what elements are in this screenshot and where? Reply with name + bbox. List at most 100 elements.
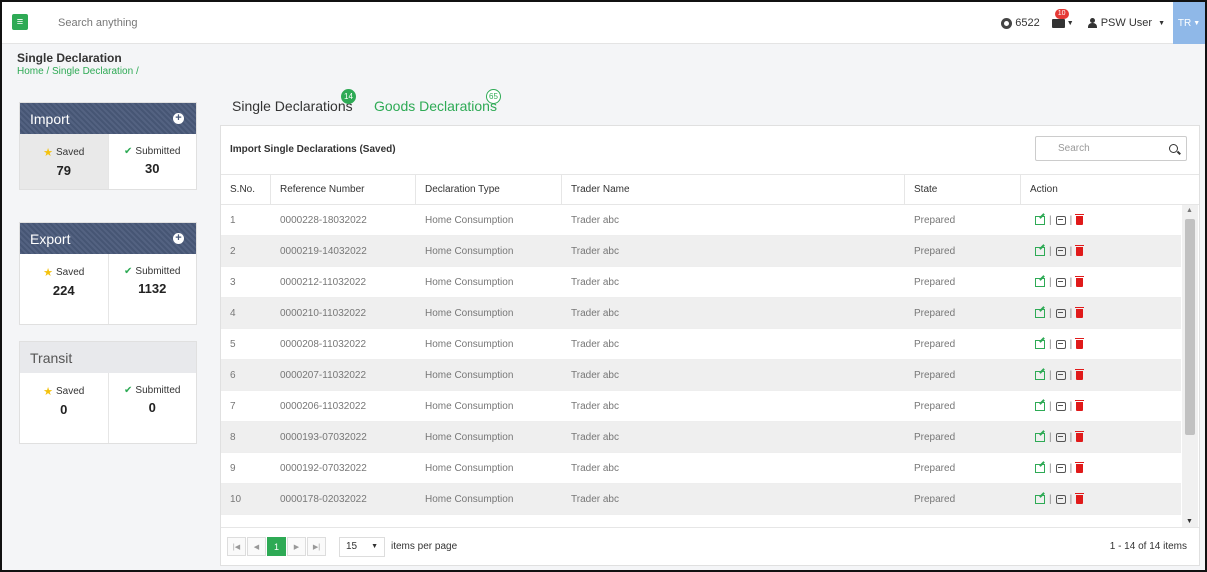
table-row[interactable]: 7 0000206-11032022 Home Consumption Trader … — [221, 391, 1181, 422]
print-icon[interactable] — [1055, 432, 1066, 442]
delete-icon[interactable] — [1075, 244, 1085, 256]
delete-icon[interactable] — [1075, 337, 1085, 349]
top-bar: ≡ Search anything 6522 10 ▼ PSW User ▼ T… — [2, 2, 1205, 44]
col-header-sno[interactable]: S.No. — [221, 175, 271, 204]
prev-page-button[interactable]: ◀ — [247, 537, 266, 556]
scroll-down-icon[interactable]: ▼ — [1186, 518, 1193, 525]
export-submitted-stat[interactable]: ✔ Submitted 1132 — [109, 254, 197, 324]
col-header-state[interactable]: State — [905, 175, 1021, 204]
edit-icon[interactable] — [1035, 308, 1045, 318]
print-icon[interactable] — [1055, 215, 1066, 225]
table-row[interactable]: 2 0000219-14032022 Home Consumption Trader … — [221, 236, 1181, 267]
action-separator: | — [1069, 276, 1073, 288]
scroll-thumb[interactable] — [1185, 219, 1195, 435]
edit-icon[interactable] — [1035, 494, 1045, 504]
edit-icon[interactable] — [1035, 463, 1045, 473]
delete-icon[interactable] — [1075, 368, 1085, 380]
col-header-trader-name[interactable]: Trader Name — [562, 175, 905, 204]
user-menu[interactable]: PSW User ▼ — [1087, 17, 1165, 29]
breadcrumb-text[interactable]: Home / Single Declaration / — [17, 66, 139, 77]
col-header-reference[interactable]: Reference Number — [271, 175, 416, 204]
print-icon[interactable] — [1055, 246, 1066, 256]
credits-display[interactable]: 6522 — [1001, 17, 1040, 29]
cell-actions: | | — [1021, 422, 1181, 452]
action-separator: | — [1069, 493, 1073, 505]
cell-sno: 10 — [230, 493, 242, 505]
cell-actions: | | — [1021, 205, 1181, 235]
action-separator: | — [1049, 462, 1052, 474]
page-button-current[interactable]: 1 — [267, 537, 286, 556]
print-icon[interactable] — [1055, 277, 1066, 287]
table-row[interactable]: 8 0000193-07032022 Home Consumption Trader … — [221, 422, 1181, 453]
breadcrumb[interactable]: Home / Single Declaration / — [17, 66, 139, 77]
search-icon[interactable] — [1169, 144, 1178, 153]
edit-icon[interactable] — [1035, 401, 1045, 411]
action-separator: | — [1069, 400, 1073, 412]
cell-trader-name: Trader abc — [571, 400, 619, 412]
menu-icon[interactable]: ≡ — [12, 14, 28, 30]
global-search-input[interactable]: Search anything — [58, 17, 138, 29]
add-import-icon[interactable]: + — [173, 113, 184, 124]
print-icon[interactable] — [1055, 401, 1066, 411]
table-row[interactable]: 6 0000207-11032022 Home Consumption Trader … — [221, 360, 1181, 391]
delete-icon[interactable] — [1075, 399, 1085, 411]
last-page-button[interactable]: ▶| — [307, 537, 326, 556]
cell-actions: | | — [1021, 329, 1181, 359]
action-separator: | — [1049, 214, 1052, 226]
cell-trader-name: Trader abc — [571, 431, 619, 443]
cell-state: Prepared — [914, 462, 956, 474]
submitted-label: Submitted — [135, 266, 181, 277]
cell-state: Prepared — [914, 493, 956, 505]
first-page-button[interactable]: |◀ — [227, 537, 246, 556]
cell-trader-name: Trader abc — [571, 245, 619, 257]
table-row[interactable]: 3 0000212-11032022 Home Consumption Trader … — [221, 267, 1181, 298]
import-saved-stat[interactable]: ★ Saved 79 — [20, 134, 109, 189]
tab-goods-declarations[interactable]: Goods Declarations — [374, 98, 497, 114]
language-selector[interactable]: TR ▼ — [1173, 2, 1205, 44]
export-saved-stat[interactable]: ★ Saved 224 — [20, 254, 109, 324]
transit-saved-stat[interactable]: ★ Saved 0 — [20, 373, 109, 443]
table-scrollbar[interactable]: ▲ ▼ — [1182, 205, 1198, 527]
export-card: Export + ★ Saved 224 ✔ Submitted 1132 — [19, 222, 197, 325]
mail-menu[interactable]: 10 ▼ — [1051, 8, 1074, 28]
edit-icon[interactable] — [1035, 432, 1045, 442]
print-icon[interactable] — [1055, 494, 1066, 504]
delete-icon[interactable] — [1075, 306, 1085, 318]
add-export-icon[interactable]: + — [173, 233, 184, 244]
delete-icon[interactable] — [1075, 461, 1085, 473]
edit-icon[interactable] — [1035, 339, 1045, 349]
saved-label: Saved — [56, 267, 85, 278]
delete-icon[interactable] — [1075, 492, 1085, 504]
cell-sno: 9 — [230, 462, 236, 474]
scroll-up-icon[interactable]: ▲ — [1186, 207, 1193, 214]
edit-icon[interactable] — [1035, 277, 1045, 287]
table-row[interactable]: 4 0000210-11032022 Home Consumption Trader … — [221, 298, 1181, 329]
action-separator: | — [1049, 400, 1052, 412]
table-row[interactable]: 1 0000228-18032022 Home Consumption Trader … — [221, 205, 1181, 236]
next-page-button[interactable]: ▶ — [287, 537, 306, 556]
print-icon[interactable] — [1055, 339, 1066, 349]
transit-submitted-stat[interactable]: ✔ Submitted 0 — [109, 373, 197, 443]
edit-icon[interactable] — [1035, 246, 1045, 256]
print-icon[interactable] — [1055, 463, 1066, 473]
tab-single-declarations[interactable]: Single Declarations — [232, 98, 353, 114]
language-label: TR — [1177, 17, 1192, 29]
delete-icon[interactable] — [1075, 213, 1085, 225]
cell-actions: | | — [1021, 360, 1181, 390]
edit-icon[interactable] — [1035, 215, 1045, 225]
delete-icon[interactable] — [1075, 275, 1085, 287]
edit-icon[interactable] — [1035, 370, 1045, 380]
transit-title: Transit — [30, 349, 73, 366]
import-title: Import — [30, 110, 70, 127]
import-submitted-stat[interactable]: ✔ Submitted 30 — [109, 134, 197, 189]
table-row[interactable]: 9 0000192-07032022 Home Consumption Trader … — [221, 453, 1181, 484]
print-icon[interactable] — [1055, 308, 1066, 318]
col-header-declaration-type[interactable]: Declaration Type — [416, 175, 562, 204]
per-page-select[interactable]: 15 ▼ — [339, 536, 385, 557]
table-row[interactable]: 10 0000178-02032022 Home Consumption Trader… — [221, 484, 1181, 515]
delete-icon[interactable] — [1075, 430, 1085, 442]
cell-trader-name: Trader abc — [571, 276, 619, 288]
table-row[interactable]: 5 0000208-11032022 Home Consumption Trader … — [221, 329, 1181, 360]
print-icon[interactable] — [1055, 370, 1066, 380]
table-search-input[interactable]: Search — [1035, 136, 1187, 161]
